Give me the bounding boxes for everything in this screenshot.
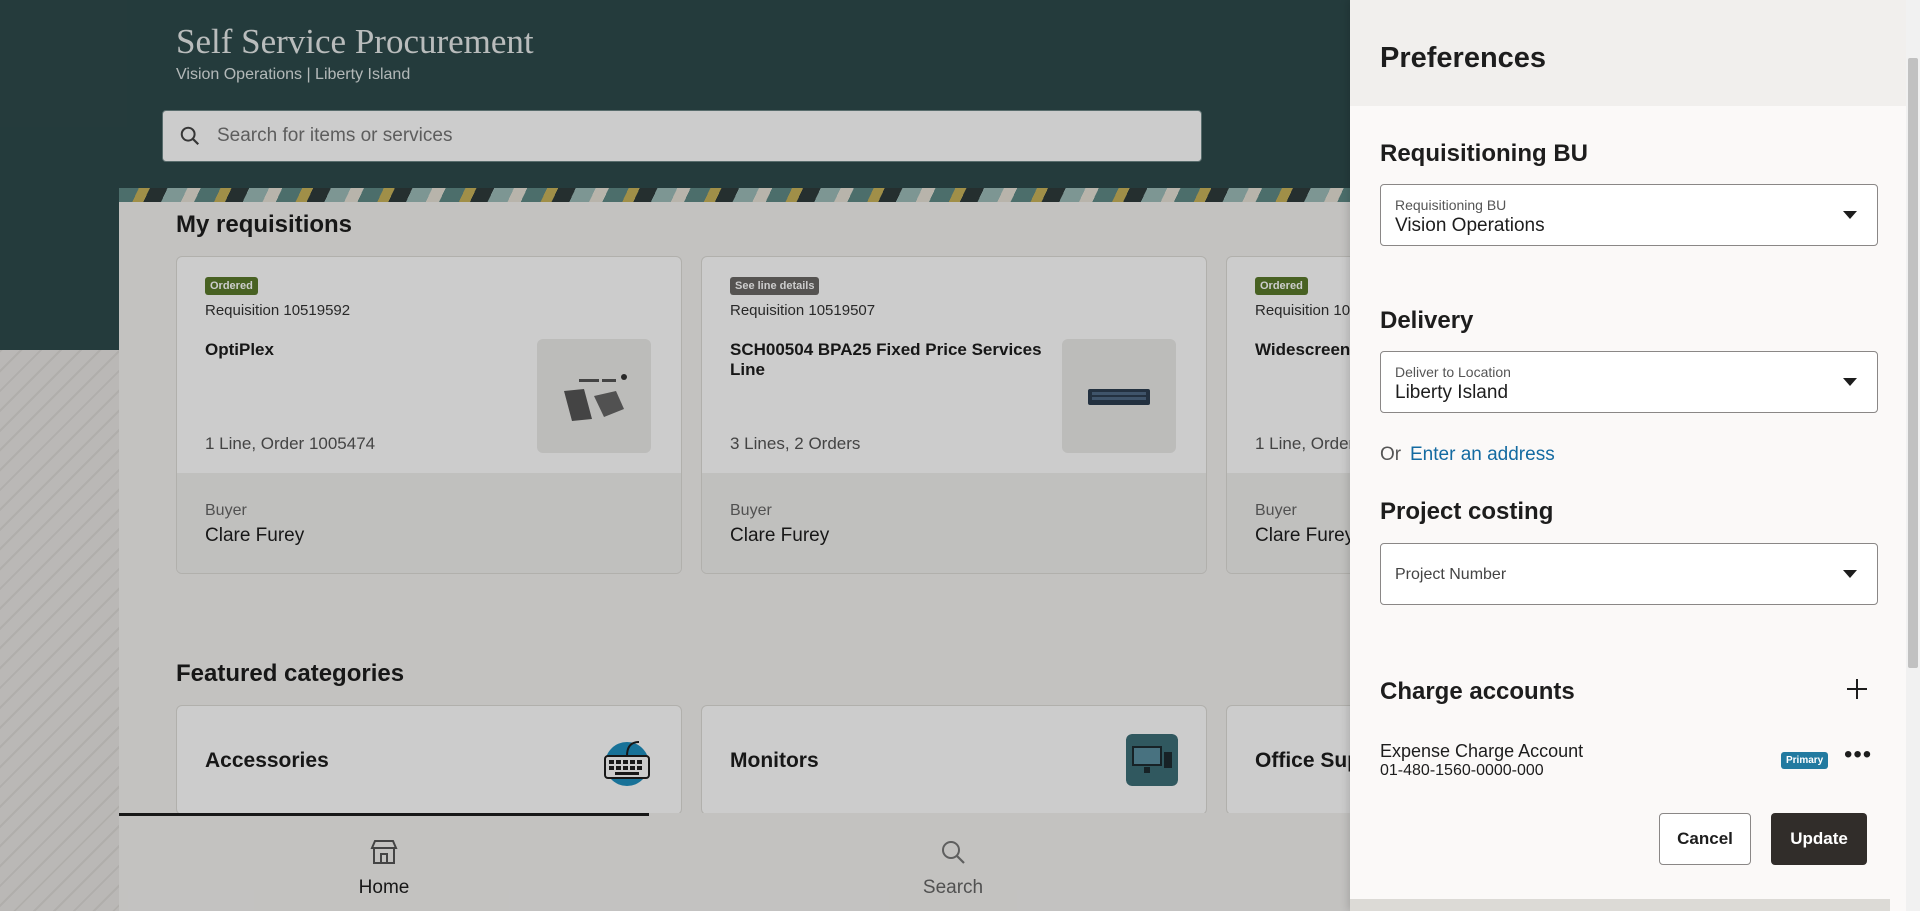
chevron-down-icon[interactable] [1843,570,1857,578]
primary-badge: Primary [1781,752,1829,769]
deliver-to-location-select[interactable]: Deliver to Location Liberty Island [1380,351,1878,413]
field-placeholder: Project Number [1395,566,1507,583]
charge-accounts-heading: Charge accounts [1380,678,1575,705]
chevron-down-icon[interactable] [1843,378,1857,386]
chevron-down-icon[interactable] [1843,211,1857,219]
cancel-button[interactable]: Cancel [1659,813,1751,865]
enter-address-link[interactable]: Enter an address [1410,444,1555,466]
more-actions-icon[interactable]: ••• [1844,743,1871,768]
project-costing-heading: Project costing [1380,498,1554,525]
charge-account-name: Expense Charge Account [1380,741,1584,761]
add-icon[interactable] [1844,676,1870,702]
modal-overlay[interactable] [0,0,1350,911]
requisitioning-bu-heading: Requisitioning BU [1380,140,1588,167]
drawer-bottom-bar [1350,899,1890,911]
field-label: Deliver to Location [1395,364,1511,380]
drawer-title: Preferences [1380,42,1547,74]
delivery-heading: Delivery [1380,307,1474,334]
field-label: Requisitioning BU [1395,197,1507,213]
or-text: Or [1380,444,1402,465]
scrollbar-thumb[interactable] [1908,58,1918,668]
field-value: Liberty Island [1395,382,1509,403]
requisitioning-bu-select[interactable]: Requisitioning BU Vision Operations [1380,184,1878,246]
field-value: Vision Operations [1395,215,1545,236]
charge-account-number: 01-480-1560-0000-000 [1380,762,1544,779]
update-button[interactable]: Update [1771,813,1867,865]
project-number-select[interactable]: Project Number [1380,543,1878,605]
preferences-drawer: Preferences Requisitioning BU Requisitio… [1350,0,1920,911]
